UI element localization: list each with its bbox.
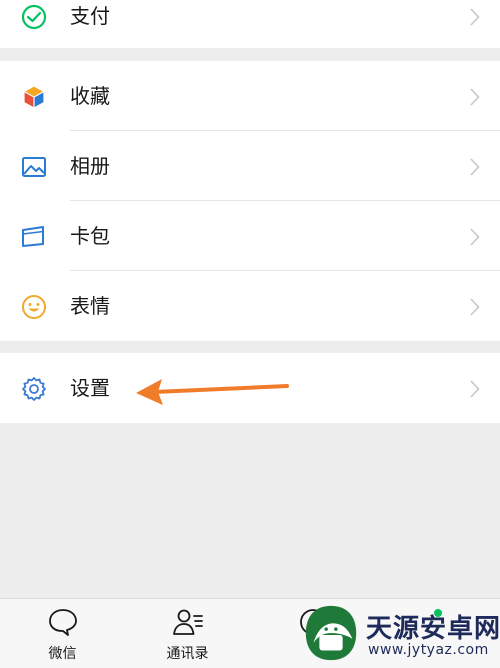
contacts-icon xyxy=(173,609,203,635)
chat-bubble-icon xyxy=(49,609,77,636)
tab-label: 通讯录 xyxy=(166,646,209,662)
chevron-right-icon xyxy=(470,88,480,106)
watermark-url: www.jytyaz.com xyxy=(368,642,489,658)
menu-item-label: 收藏 xyxy=(70,84,110,108)
watermark-logo: 天源安卓网 www.jytyaz.com xyxy=(296,600,500,667)
menu-item-cards[interactable]: 卡包 xyxy=(0,201,500,271)
card-wallet-icon xyxy=(22,226,44,247)
cube-icon xyxy=(23,85,45,109)
watermark-name: 天源安卓网 xyxy=(366,614,500,644)
menu-item-label: 表情 xyxy=(70,294,110,318)
tab-chats[interactable]: 微信 xyxy=(0,599,125,668)
chevron-right-icon xyxy=(470,228,480,246)
menu-item-label: 设置 xyxy=(70,376,110,400)
chevron-right-icon xyxy=(470,380,480,398)
menu-item-album[interactable]: 相册 xyxy=(0,131,500,201)
menu-item-label: 卡包 xyxy=(70,224,110,248)
image-icon xyxy=(22,157,46,177)
menu-item-favorites[interactable]: 收藏 xyxy=(0,61,500,131)
pay-group: 支付 xyxy=(0,0,500,48)
gear-icon xyxy=(22,377,46,401)
menu-item-pay[interactable]: 支付 xyxy=(0,0,500,51)
tab-contacts[interactable]: 通讯录 xyxy=(125,599,250,668)
menu-item-label: 相册 xyxy=(70,154,110,178)
arrow-annotation-icon xyxy=(136,379,289,405)
chevron-right-icon xyxy=(470,298,480,316)
menu-item-stickers[interactable]: 表情 xyxy=(0,271,500,341)
android-logo-icon xyxy=(305,605,357,661)
content-group: 收藏 相册 卡包 表情 xyxy=(0,61,500,341)
chevron-right-icon xyxy=(470,158,480,176)
smiley-icon xyxy=(22,295,46,319)
chevron-right-icon xyxy=(470,8,480,26)
tab-label: 微信 xyxy=(48,646,77,662)
menu-item-label: 支付 xyxy=(70,4,110,28)
pay-icon xyxy=(21,4,47,30)
